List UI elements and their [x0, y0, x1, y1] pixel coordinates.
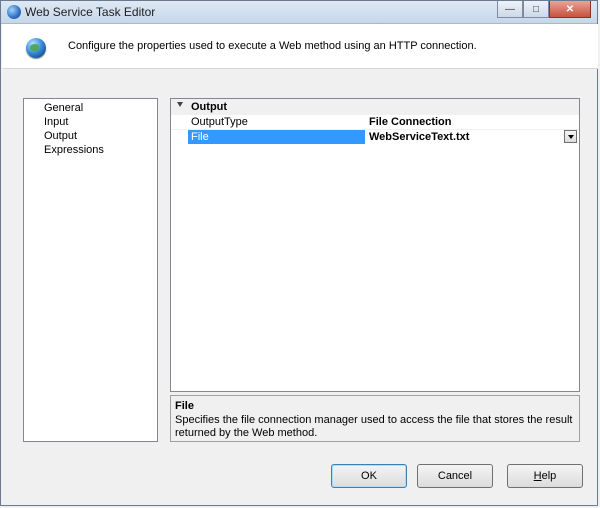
- description-title: File: [175, 400, 194, 412]
- property-name: OutputType: [191, 116, 248, 128]
- cancel-button[interactable]: Cancel: [417, 464, 493, 488]
- property-value[interactable]: File Connection: [366, 115, 564, 129]
- collapse-arrow-icon[interactable]: [177, 102, 183, 107]
- header-banner: Configure the properties used to execute…: [2, 24, 598, 69]
- nav-item-output[interactable]: Output: [44, 130, 77, 142]
- dropdown-arrow-icon[interactable]: [564, 130, 577, 143]
- window-controls: — □ ✕: [497, 1, 591, 19]
- close-icon[interactable]: ✕: [549, 1, 591, 18]
- web-service-globe-icon: [26, 38, 46, 58]
- ok-button[interactable]: OK: [331, 464, 407, 488]
- description-panel: File Specifies the file connection manag…: [170, 395, 580, 442]
- property-name: File: [188, 130, 365, 144]
- category-label: Output: [191, 101, 228, 113]
- page-nav-list: General Input Output Expressions: [23, 98, 158, 442]
- property-value-dropdown[interactable]: WebServiceText.txt: [366, 130, 564, 144]
- help-accelerator: H: [533, 470, 542, 482]
- property-row-file[interactable]: File WebServiceText.txt: [171, 129, 579, 144]
- help-button[interactable]: Help: [507, 464, 583, 488]
- header-description: Configure the properties used to execute…: [68, 40, 477, 52]
- globe-icon: [7, 5, 21, 19]
- nav-item-input[interactable]: Input: [44, 116, 68, 128]
- property-grid: Output OutputType File Connection File W…: [170, 98, 580, 392]
- window-title: Web Service Task Editor: [25, 5, 156, 19]
- nav-item-expressions[interactable]: Expressions: [44, 144, 104, 156]
- minimize-icon[interactable]: —: [497, 1, 523, 18]
- property-row-outputtype[interactable]: OutputType File Connection: [171, 114, 579, 129]
- dialog-window: Web Service Task Editor — □ ✕ Configure …: [0, 0, 598, 506]
- category-row-output[interactable]: Output: [171, 99, 579, 114]
- maximize-icon[interactable]: □: [523, 1, 549, 18]
- nav-item-general[interactable]: General: [44, 102, 83, 114]
- help-label-rest: elp: [541, 470, 557, 482]
- description-text: Specifies the file connection manager us…: [175, 414, 573, 439]
- title-bar[interactable]: Web Service Task Editor — □ ✕: [1, 1, 597, 24]
